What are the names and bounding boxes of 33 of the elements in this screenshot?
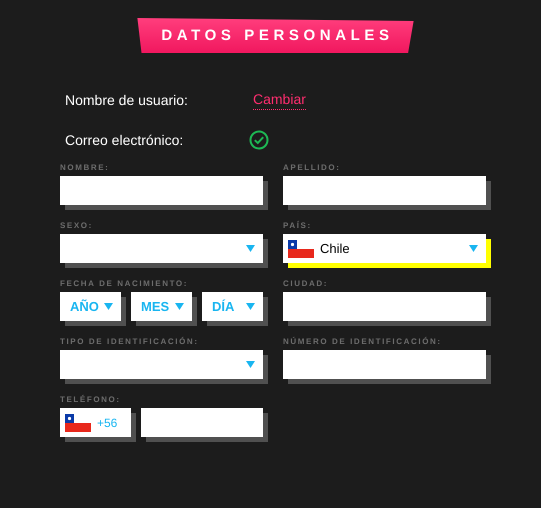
field-label: NÚMERO DE IDENTIFICACIÓN: <box>283 337 442 346</box>
date-dropdown[interactable]: AÑO <box>60 292 121 321</box>
field-label: PAÍS: <box>283 221 312 230</box>
field-label: Correo electrónico: <box>65 132 184 148</box>
country-code-dropdown[interactable]: +56 <box>60 408 131 437</box>
text-field[interactable] <box>60 176 263 205</box>
check-circle-icon <box>249 130 269 150</box>
caret-down-icon <box>175 303 184 310</box>
dropdown[interactable] <box>60 234 263 263</box>
caret-down-icon <box>104 303 113 310</box>
chile-flag-icon <box>65 414 91 432</box>
text-field[interactable] <box>283 292 486 321</box>
field-label: FECHA DE NACIMIENTO: <box>60 279 188 288</box>
phone-field[interactable] <box>141 408 263 437</box>
field-label: TELÉFONO: <box>60 395 121 404</box>
dropdown[interactable] <box>60 350 263 379</box>
field-label: Nombre de usuario: <box>65 92 189 108</box>
field-label: TIPO DE IDENTIFICACIÓN: <box>60 337 199 346</box>
section-title: DATOS PERSONALES <box>137 18 414 53</box>
date-dropdown[interactable]: MES <box>131 292 192 321</box>
change-link[interactable]: Cambiar <box>253 90 306 110</box>
field-label: CIUDAD: <box>283 279 328 288</box>
field-label: NOMBRE: <box>60 163 110 172</box>
text-field[interactable] <box>283 176 486 205</box>
dropdown[interactable]: Chile <box>283 234 486 263</box>
field-label: SEXO: <box>60 221 93 230</box>
caret-down-icon <box>469 245 478 252</box>
caret-down-icon <box>246 303 255 310</box>
caret-down-icon <box>246 361 255 368</box>
text-field[interactable] <box>283 350 486 379</box>
caret-down-icon <box>246 245 255 252</box>
field-label: APELLIDO: <box>283 163 341 172</box>
date-dropdown[interactable]: DÍA <box>202 292 263 321</box>
